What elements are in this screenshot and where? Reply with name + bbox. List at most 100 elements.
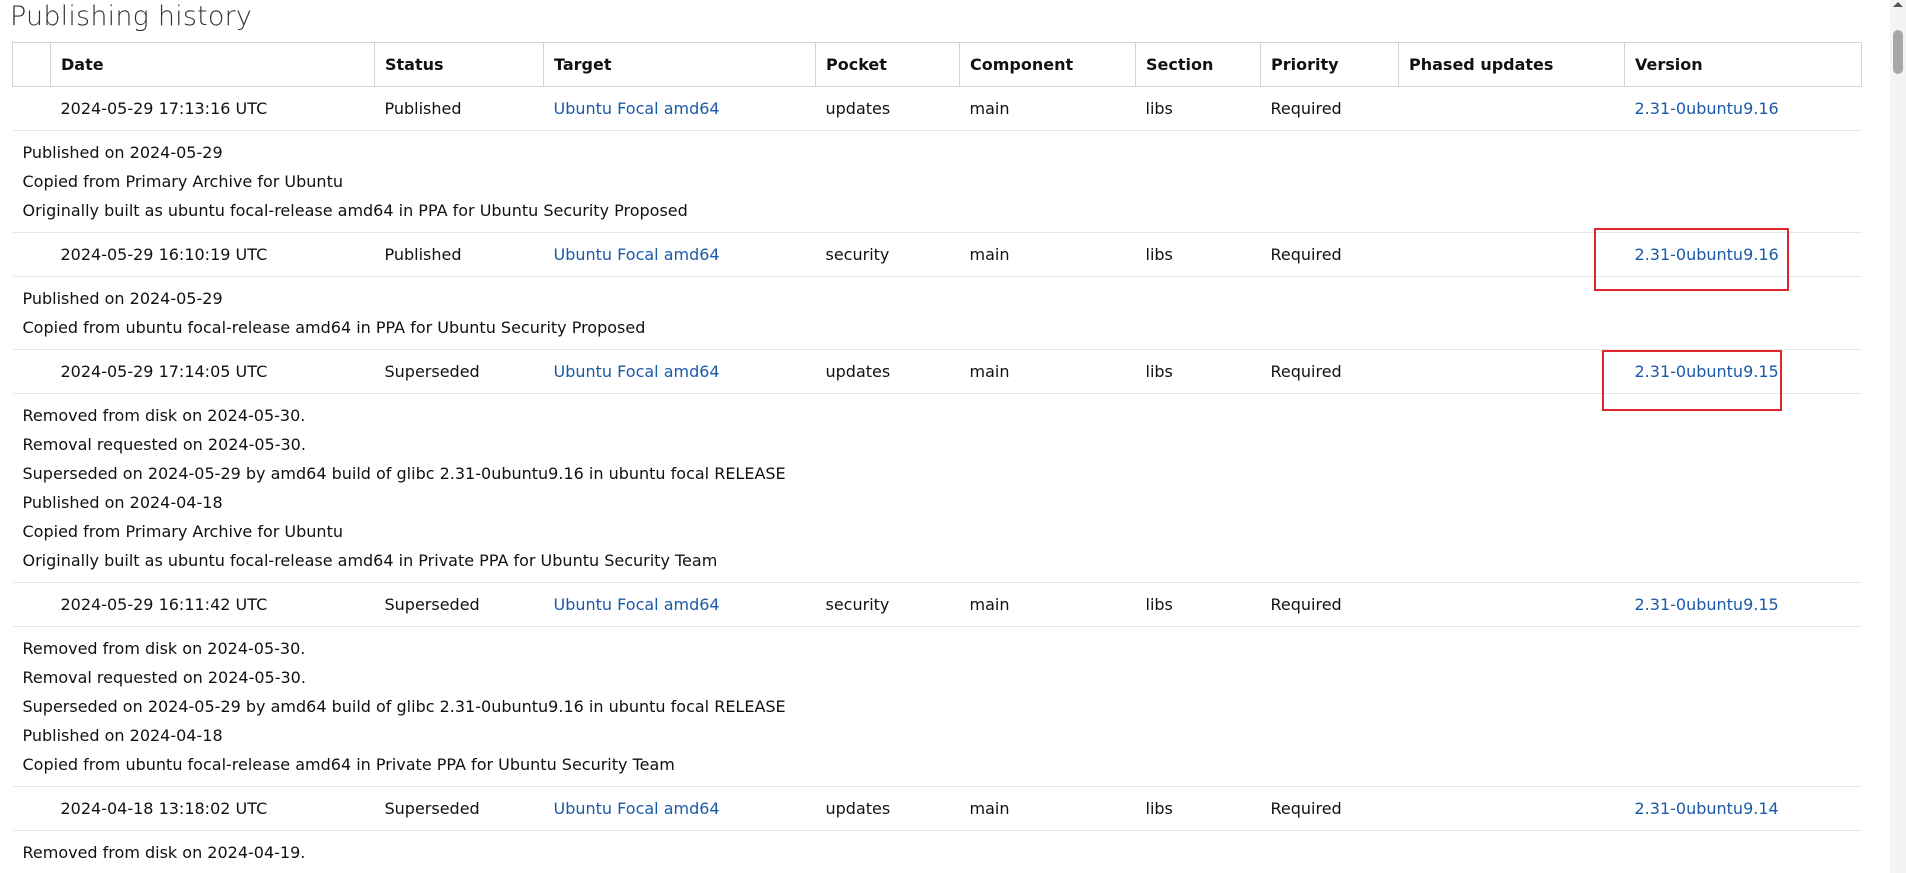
cell-priority: Required xyxy=(1260,582,1399,627)
cell-target: Ubuntu Focal amd64 xyxy=(543,86,816,131)
cell-target: Ubuntu Focal amd64 xyxy=(543,786,816,831)
cell-version: 2.31-0ubuntu9.15 xyxy=(1624,582,1862,627)
cell-version: 2.31-0ubuntu9.15 xyxy=(1624,349,1862,394)
header-section[interactable]: Section xyxy=(1135,42,1261,87)
cell-status: Published xyxy=(374,86,544,131)
detail-line: Superseded on 2024-05-29 by amd64 build … xyxy=(22,464,786,483)
target-link[interactable]: Ubuntu Focal amd64 xyxy=(554,595,720,614)
detail-line: Copied from Primary Archive for Ubuntu xyxy=(22,522,343,541)
cell-section: libs xyxy=(1135,786,1261,831)
table-row[interactable]: 2024-05-29 16:10:19 UTC Published Ubuntu… xyxy=(12,232,1862,277)
table-row[interactable]: 2024-05-29 17:13:16 UTC Published Ubuntu… xyxy=(12,86,1862,131)
details-cell: Removed from disk on 2024-04-19. xyxy=(12,830,1862,873)
row-expander[interactable] xyxy=(12,86,51,131)
vertical-scrollbar[interactable] xyxy=(1890,0,1906,873)
cell-version: 2.31-0ubuntu9.16 xyxy=(1624,232,1862,277)
cell-priority: Required xyxy=(1260,232,1399,277)
cell-date: 2024-05-29 16:11:42 UTC xyxy=(50,582,375,627)
cell-phased-updates xyxy=(1398,582,1625,627)
publishing-history-table: Date Status Target Pocket Component Sect… xyxy=(12,42,1862,873)
cell-target: Ubuntu Focal amd64 xyxy=(543,232,816,277)
scrollbar-thumb[interactable] xyxy=(1893,30,1903,74)
detail-line: Removal requested on 2024-05-30. xyxy=(22,435,306,454)
cell-phased-updates xyxy=(1398,232,1625,277)
header-pocket[interactable]: Pocket xyxy=(815,42,960,87)
detail-line: Published on 2024-05-29 xyxy=(22,143,223,162)
page-title: Publishing history xyxy=(10,1,253,32)
cell-target: Ubuntu Focal amd64 xyxy=(543,349,816,394)
header-expander xyxy=(12,42,51,87)
cell-component: main xyxy=(959,582,1136,627)
cell-version: 2.31-0ubuntu9.14 xyxy=(1624,786,1862,831)
detail-line: Published on 2024-04-18 xyxy=(22,726,223,745)
row-details: Published on 2024-05-29 Copied from Prim… xyxy=(12,130,1862,233)
cell-status: Superseded xyxy=(374,349,544,394)
cell-status: Superseded xyxy=(374,582,544,627)
row-details: Removed from disk on 2024-04-19. xyxy=(12,830,1862,873)
detail-line: Published on 2024-04-18 xyxy=(22,493,223,512)
header-date[interactable]: Date xyxy=(50,42,375,87)
cell-section: libs xyxy=(1135,232,1261,277)
row-details: Removed from disk on 2024-05-30. Removal… xyxy=(12,393,1862,583)
detail-line: Superseded on 2024-05-29 by amd64 build … xyxy=(22,697,786,716)
cell-pocket: security xyxy=(815,232,960,277)
cell-priority: Required xyxy=(1260,86,1399,131)
row-expander[interactable] xyxy=(12,349,51,394)
cell-component: main xyxy=(959,86,1136,131)
page: Publishing history Date Status Target Po… xyxy=(0,0,1906,873)
cell-phased-updates xyxy=(1398,786,1625,831)
cell-pocket: updates xyxy=(815,786,960,831)
detail-line: Copied from ubuntu focal-release amd64 i… xyxy=(22,318,646,337)
row-details: Removed from disk on 2024-05-30. Removal… xyxy=(12,626,1862,787)
detail-line: Removal requested on 2024-05-30. xyxy=(22,668,306,687)
detail-line: Originally built as ubuntu focal-release… xyxy=(22,201,688,220)
cell-phased-updates xyxy=(1398,86,1625,131)
target-link[interactable]: Ubuntu Focal amd64 xyxy=(554,799,720,818)
cell-date: 2024-05-29 16:10:19 UTC xyxy=(50,232,375,277)
cell-priority: Required xyxy=(1260,786,1399,831)
row-expander[interactable] xyxy=(12,232,51,277)
cell-date: 2024-05-29 17:13:16 UTC xyxy=(50,86,375,131)
cell-section: libs xyxy=(1135,582,1261,627)
header-component[interactable]: Component xyxy=(959,42,1136,87)
table-row[interactable]: 2024-05-29 17:14:05 UTC Superseded Ubunt… xyxy=(12,349,1862,394)
cell-pocket: updates xyxy=(815,349,960,394)
version-link[interactable]: 2.31-0ubuntu9.15 xyxy=(1635,362,1779,381)
target-link[interactable]: Ubuntu Focal amd64 xyxy=(554,362,720,381)
version-link[interactable]: 2.31-0ubuntu9.15 xyxy=(1635,595,1779,614)
cell-status: Published xyxy=(374,232,544,277)
row-expander[interactable] xyxy=(12,582,51,627)
cell-version: 2.31-0ubuntu9.16 xyxy=(1624,86,1862,131)
details-cell: Published on 2024-05-29 Copied from Prim… xyxy=(12,130,1862,233)
table-header-row: Date Status Target Pocket Component Sect… xyxy=(12,42,1862,87)
detail-line: Copied from Primary Archive for Ubuntu xyxy=(22,172,343,191)
row-expander[interactable] xyxy=(12,786,51,831)
header-priority[interactable]: Priority xyxy=(1260,42,1399,87)
detail-line: Removed from disk on 2024-04-19. xyxy=(22,843,306,862)
detail-line: Removed from disk on 2024-05-30. xyxy=(22,406,306,425)
cell-section: libs xyxy=(1135,86,1261,131)
header-status[interactable]: Status xyxy=(374,42,544,87)
detail-line: Originally built as ubuntu focal-release… xyxy=(22,551,718,570)
header-version[interactable]: Version xyxy=(1624,42,1862,87)
detail-line: Copied from ubuntu focal-release amd64 i… xyxy=(22,755,675,774)
version-link[interactable]: 2.31-0ubuntu9.14 xyxy=(1635,799,1779,818)
target-link[interactable]: Ubuntu Focal amd64 xyxy=(554,245,720,264)
header-target[interactable]: Target xyxy=(543,42,816,87)
scroll-up-arrow-icon[interactable] xyxy=(1893,2,1903,7)
cell-target: Ubuntu Focal amd64 xyxy=(543,582,816,627)
version-link[interactable]: 2.31-0ubuntu9.16 xyxy=(1635,245,1779,264)
header-phased-updates[interactable]: Phased updates xyxy=(1398,42,1625,87)
table-row[interactable]: 2024-05-29 16:11:42 UTC Superseded Ubunt… xyxy=(12,582,1862,627)
details-cell: Removed from disk on 2024-05-30. Removal… xyxy=(12,393,1862,583)
target-link[interactable]: Ubuntu Focal amd64 xyxy=(554,99,720,118)
cell-component: main xyxy=(959,349,1136,394)
detail-line: Removed from disk on 2024-05-30. xyxy=(22,639,306,658)
cell-pocket: updates xyxy=(815,86,960,131)
version-link[interactable]: 2.31-0ubuntu9.16 xyxy=(1635,99,1779,118)
cell-component: main xyxy=(959,786,1136,831)
cell-date: 2024-04-18 13:18:02 UTC xyxy=(50,786,375,831)
details-cell: Removed from disk on 2024-05-30. Removal… xyxy=(12,626,1862,787)
cell-component: main xyxy=(959,232,1136,277)
table-row[interactable]: 2024-04-18 13:18:02 UTC Superseded Ubunt… xyxy=(12,786,1862,831)
